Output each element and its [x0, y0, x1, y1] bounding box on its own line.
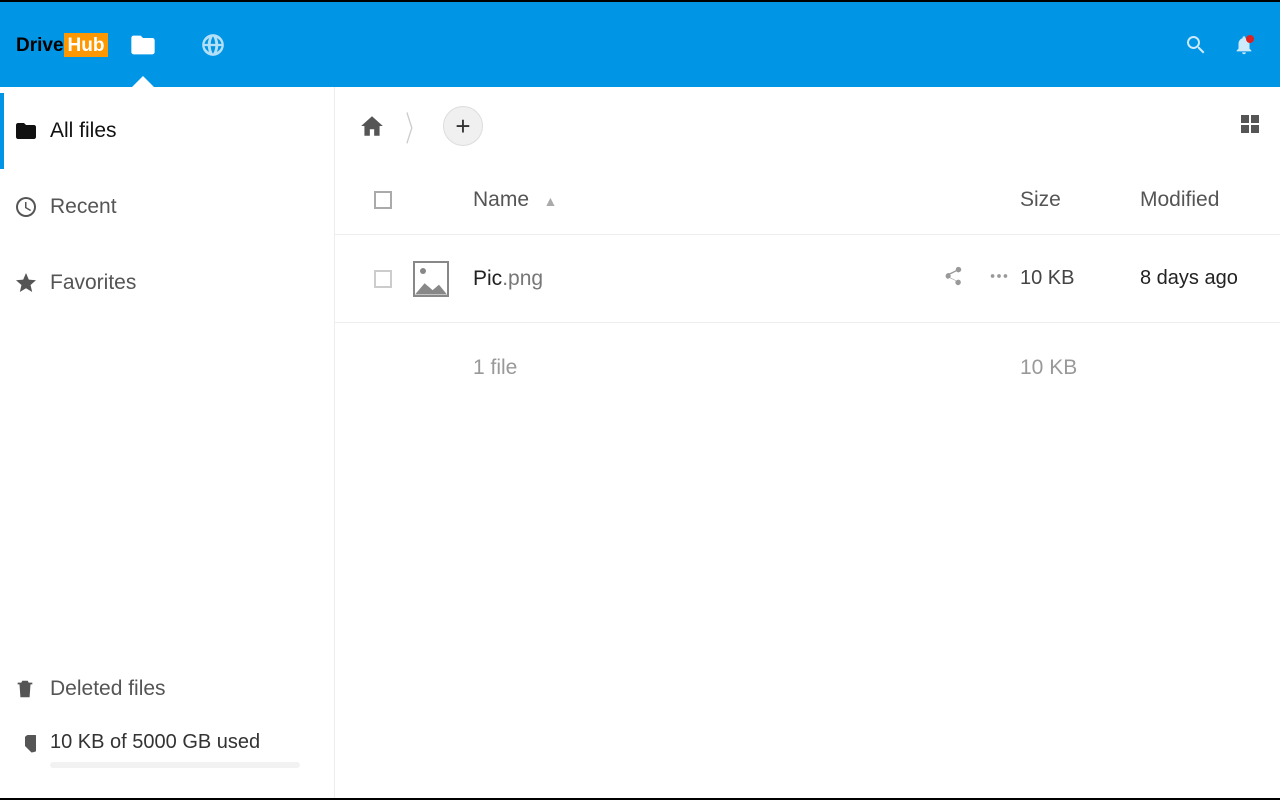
main-content: 〉 + Name ▲ Size Modified	[335, 87, 1280, 798]
sidebar-label: All files	[50, 119, 117, 143]
column-label: Name	[473, 188, 529, 211]
logo-text-left: Drive	[14, 33, 64, 57]
sidebar-item-favorites[interactable]: Favorites	[0, 245, 334, 321]
column-modified[interactable]: Modified	[1140, 188, 1280, 212]
header-nav	[108, 2, 248, 87]
header-right	[1172, 21, 1280, 69]
sidebar-item-deleted[interactable]: Deleted files	[0, 659, 334, 719]
folder-icon	[129, 31, 157, 59]
file-size: 10 KB	[1020, 267, 1140, 290]
search-button[interactable]	[1172, 21, 1220, 69]
more-button[interactable]	[988, 265, 1010, 292]
sidebar-item-all-files[interactable]: All files	[0, 93, 334, 169]
breadcrumb-home[interactable]	[353, 113, 391, 139]
file-modified: 8 days ago	[1140, 267, 1280, 290]
file-basename: Pic	[473, 267, 502, 290]
search-icon	[1184, 33, 1208, 57]
trash-icon	[14, 678, 36, 700]
quota-text: 10 KB of 5000 GB used	[50, 731, 300, 754]
nav-activity[interactable]	[178, 2, 248, 87]
summary-count: 1 file	[473, 356, 880, 380]
home-icon	[359, 113, 385, 139]
file-ext: .png	[502, 267, 543, 290]
logo-text-right: Hub	[64, 33, 109, 57]
folder-icon	[14, 119, 38, 143]
breadcrumb-separator: 〉	[406, 102, 423, 151]
file-row[interactable]: Pic.png 10 KB 8 days ago	[335, 235, 1280, 323]
row-checkbox[interactable]	[374, 270, 392, 288]
globe-icon	[200, 32, 226, 58]
column-size[interactable]: Size	[1020, 188, 1140, 212]
select-all-checkbox[interactable]	[374, 191, 392, 209]
pie-icon	[14, 735, 36, 757]
star-icon	[14, 271, 38, 295]
sort-asc-icon: ▲	[543, 193, 557, 209]
notifications-button[interactable]	[1220, 21, 1268, 69]
notification-dot	[1246, 35, 1254, 43]
quota-bar	[50, 762, 300, 768]
column-name[interactable]: Name ▲	[473, 188, 880, 212]
summary-row: 1 file 10 KB	[335, 323, 1280, 413]
view-toggle-grid[interactable]	[1238, 112, 1262, 141]
share-icon	[942, 265, 964, 287]
grid-icon	[1238, 112, 1262, 136]
app-header: Drive Hub	[0, 2, 1280, 87]
breadcrumb-bar: 〉 +	[335, 87, 1280, 165]
file-name: Pic.png	[473, 267, 543, 290]
sidebar-label: Recent	[50, 195, 117, 219]
summary-size: 10 KB	[1020, 356, 1140, 380]
image-thumb-icon	[413, 261, 449, 297]
share-button[interactable]	[942, 265, 964, 292]
logo[interactable]: Drive Hub	[14, 33, 108, 57]
column-label: Modified	[1140, 188, 1219, 211]
more-icon	[988, 265, 1010, 287]
nav-files[interactable]	[108, 2, 178, 87]
table-header: Name ▲ Size Modified	[335, 165, 1280, 235]
sidebar-label: Deleted files	[50, 677, 166, 701]
sidebar: All files Recent Favorites Deleted files	[0, 87, 335, 798]
storage-quota: 10 KB of 5000 GB used	[0, 719, 334, 780]
clock-icon	[14, 195, 38, 219]
add-button[interactable]: +	[443, 106, 483, 146]
column-label: Size	[1020, 188, 1061, 211]
sidebar-item-recent[interactable]: Recent	[0, 169, 334, 245]
plus-icon: +	[455, 111, 470, 142]
sidebar-label: Favorites	[50, 271, 136, 295]
